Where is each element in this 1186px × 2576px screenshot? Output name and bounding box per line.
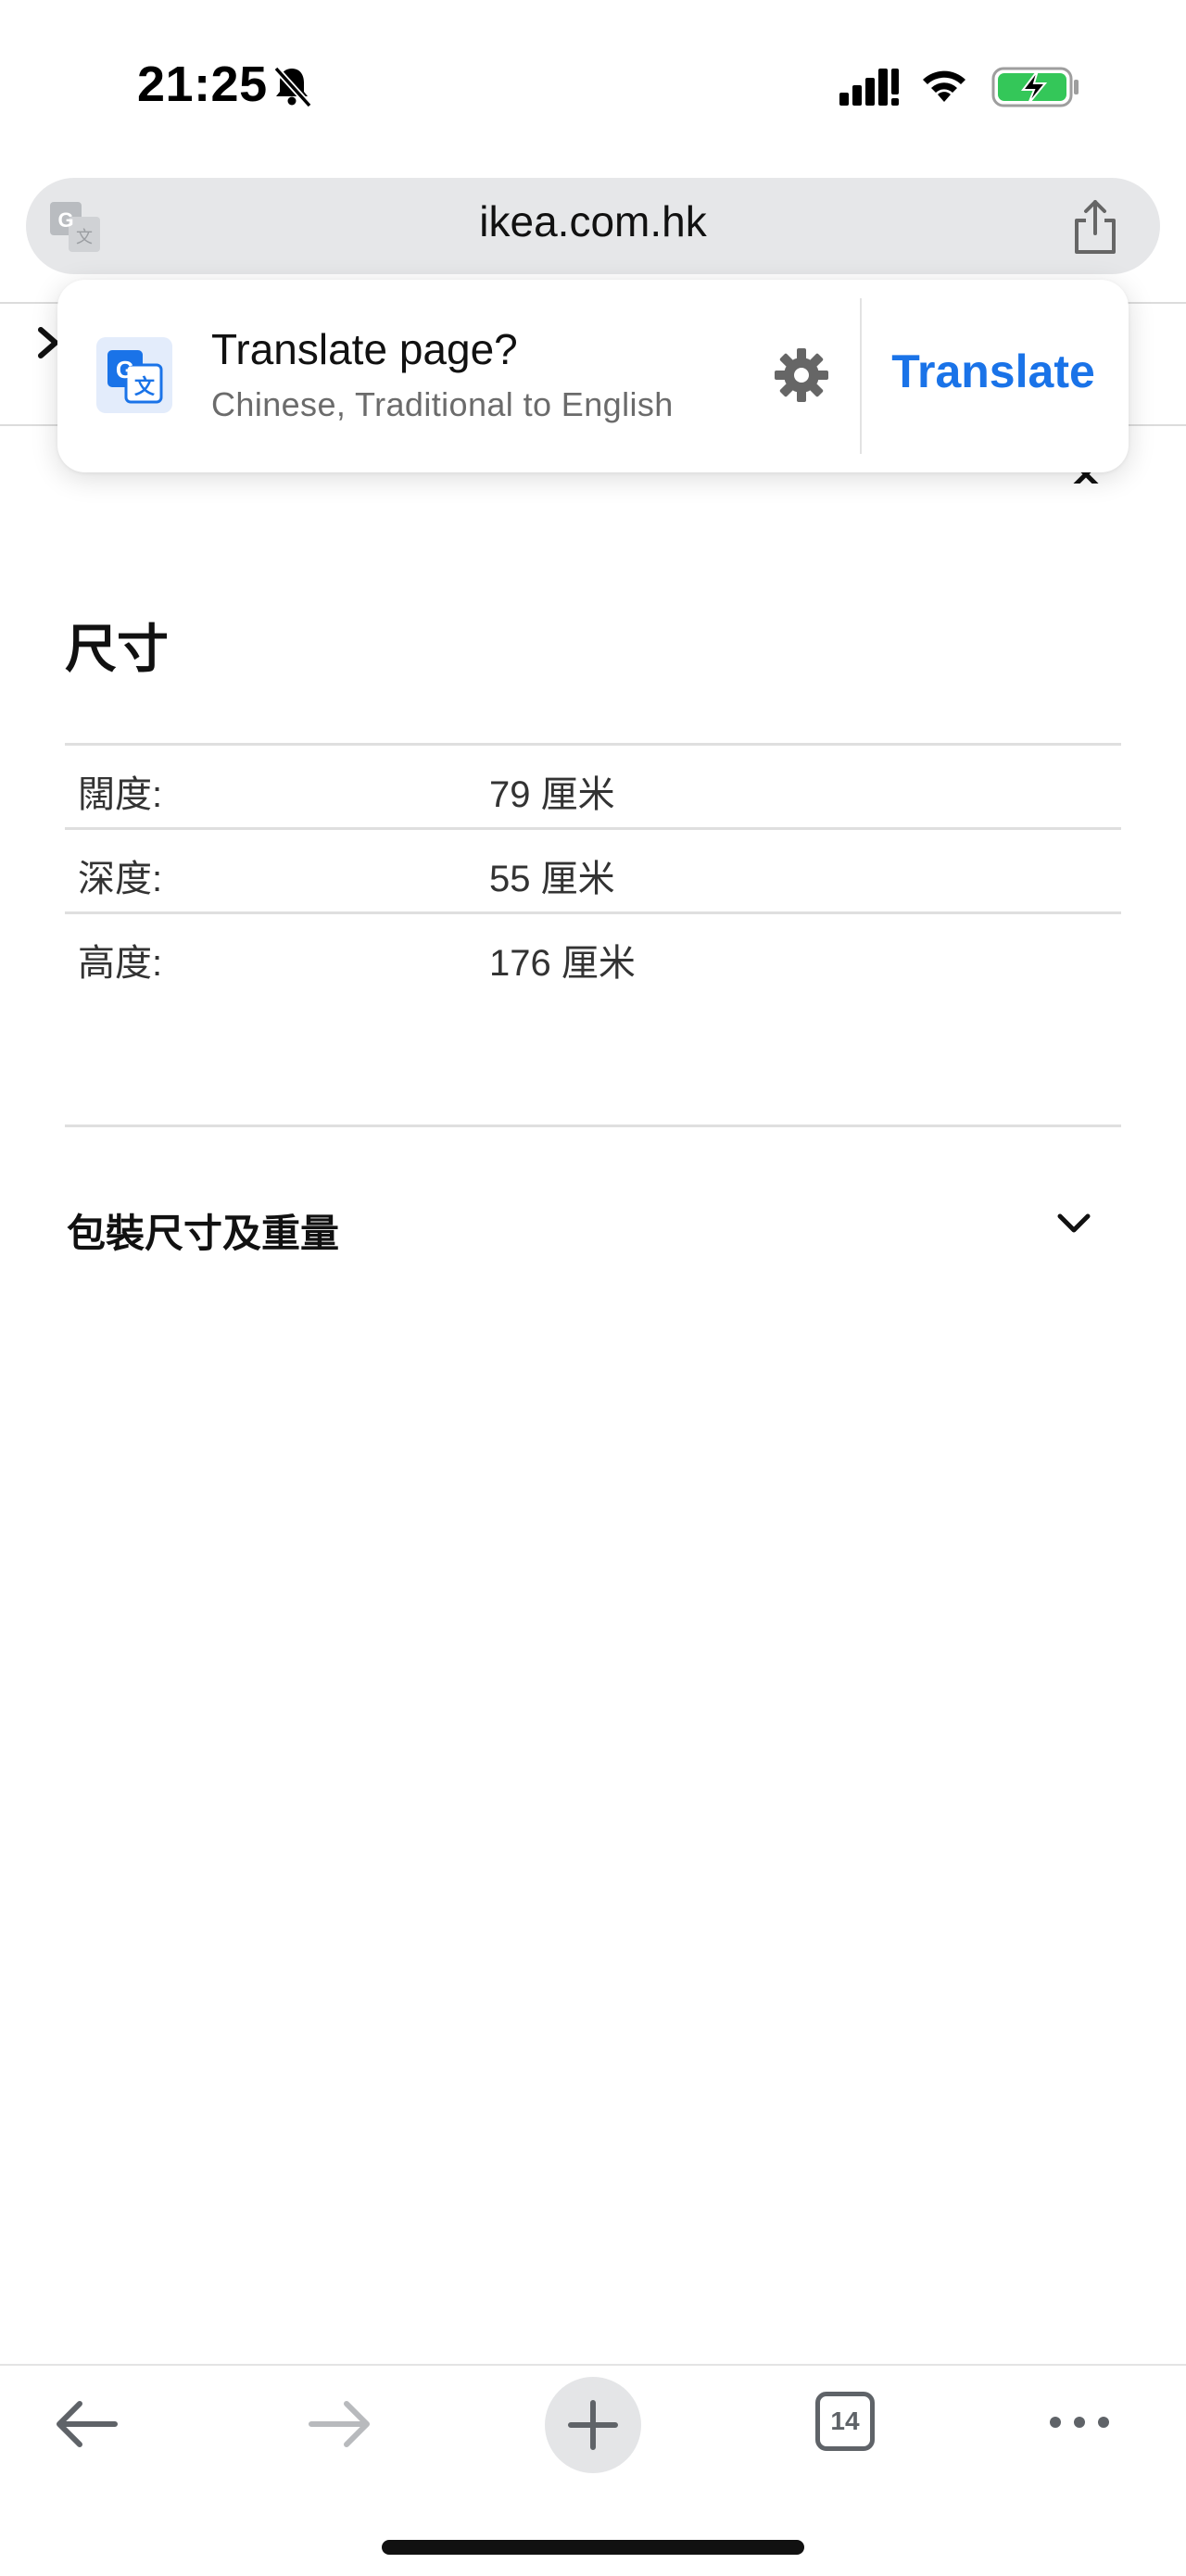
package-heading[interactable]: 包裝尺寸及重量 (67, 1202, 339, 1259)
dimensions-heading: 尺寸 (65, 620, 169, 678)
tab-count: 14 (830, 2406, 860, 2435)
plus-icon (568, 2400, 618, 2450)
url-text[interactable]: ikea.com.hk (0, 196, 1186, 246)
home-indicator[interactable] (382, 2540, 804, 2555)
dimension-value: 55 厘米 (489, 859, 615, 899)
forward-arrow-icon[interactable] (306, 2397, 374, 2451)
gear-icon[interactable] (773, 346, 830, 404)
dimension-value: 79 厘米 (489, 774, 615, 815)
share-icon[interactable] (1069, 198, 1121, 256)
new-tab-button[interactable] (545, 2377, 641, 2473)
svg-text:文: 文 (134, 375, 156, 399)
dimensions-table: 闊度: 79 厘米 深度: 55 厘米 高度: 176 厘米 (65, 743, 1121, 996)
cellular-signal-icon (839, 69, 899, 106)
chevron-down-icon[interactable] (1053, 1208, 1095, 1239)
more-icon[interactable] (1047, 2408, 1112, 2436)
popup-separator (860, 298, 862, 454)
bell-muted-icon (273, 66, 312, 108)
section-divider (65, 1125, 1121, 1127)
status-time: 21:25 (137, 57, 268, 112)
back-arrow-icon[interactable] (52, 2397, 120, 2451)
table-row: 深度: 55 厘米 (65, 827, 1121, 911)
tabs-button[interactable]: 14 (815, 2392, 875, 2451)
dimension-label: 闊度: (78, 774, 163, 815)
popup-title: Translate page? (211, 325, 518, 373)
table-row: 高度: 176 厘米 (65, 911, 1121, 996)
table-row: 闊度: 79 厘米 (65, 743, 1121, 827)
dimension-label: 深度: (78, 859, 163, 899)
battery-charging-icon (991, 67, 1079, 107)
toolbar-divider (0, 2364, 1186, 2366)
popup-subtitle: Chinese, Traditional to English (211, 385, 674, 423)
svg-text:G: G (116, 356, 134, 383)
google-translate-icon: G 文 (96, 337, 172, 413)
wifi-icon (923, 70, 965, 102)
translate-button[interactable]: Translate (875, 345, 1112, 398)
dimension-label: 高度: (78, 943, 163, 984)
dimension-value: 176 厘米 (489, 943, 636, 984)
